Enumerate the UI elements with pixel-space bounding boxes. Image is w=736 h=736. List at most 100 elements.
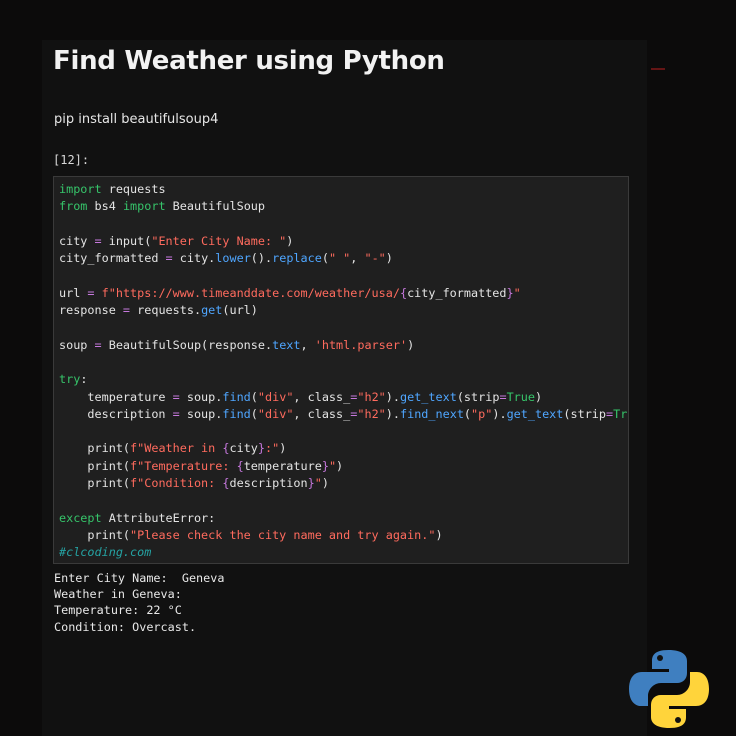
code-token: get_text [400,389,457,404]
code-token: ) [336,458,344,473]
code-token: = [122,303,131,318]
code-line: #clcoding.com [59,544,628,561]
code-token: from [59,199,88,214]
code-token: ( [321,251,329,266]
code-line: print("Please check the city name and tr… [59,527,628,544]
code-token: True [613,406,628,421]
code-token: description [229,476,308,491]
code-token: AttributeError: [101,510,216,525]
code-token: (). [250,251,273,266]
code-token: = [172,389,180,404]
code-token: print( [59,476,131,491]
code-token: requests. [130,303,202,318]
code-token: , [350,251,365,266]
code-line: except AttributeError: [59,510,628,527]
code-token: "Enter City Name: " [151,233,287,248]
code-token: ) [407,337,415,352]
cell-prompt: [12]: [53,153,90,167]
code-token: find [222,389,251,404]
code-token: " [328,458,337,473]
output-line: Condition: Overcast. [54,619,197,634]
code-token: (url) [222,303,258,318]
code-token: = [165,251,173,266]
page-title: Find Weather using Python [53,46,445,76]
decorative-mark [651,68,665,70]
code-line: print(f"Condition: {description}") [59,475,628,492]
code-token: description [59,406,173,421]
code-token: print( [59,458,131,473]
code-token: soup. [179,406,223,421]
code-token: = [172,406,180,421]
code-token: get [201,303,223,318]
code-token: get_text [506,406,564,421]
code-token: ). [385,389,400,404]
code-token: response [59,303,123,318]
output-line: Temperature: 22 °C [54,603,182,618]
code-token: } [506,285,514,300]
code-line: response = requests.get(url) [59,302,628,319]
code-token: city_formatted [407,285,507,300]
code-token: ) [534,389,543,404]
code-token: } [321,458,329,473]
code-line: import requests [59,181,628,198]
code-token: = [94,233,102,248]
code-token: (strip [563,406,607,421]
code-token: } [257,441,266,456]
code-token: f"Weather in [130,441,223,456]
code-line: city_formatted = city.lower().replace(" … [59,250,628,267]
install-command-text: pip install beautifulsoup4 [54,112,219,127]
code-token: " [314,476,322,491]
code-token: "Please check the city name and try agai… [130,527,436,542]
code-token: input( [101,233,152,248]
cell-output: Enter City Name: Geneva Weather in Geneva… [54,570,224,635]
code-cell[interactable]: import requests from bs4 import Beautiful… [53,176,629,564]
code-token: (strip [456,389,500,404]
code-line: from bs4 import BeautifulSoup [59,198,628,215]
code-line: description = soup.find("div", class_="h… [59,406,628,423]
code-token: ) [321,476,329,491]
code-token: { [399,285,408,300]
code-token: :" [265,441,280,456]
code-line: temperature = soup.find("div", class_ = "h… [59,389,628,406]
code-token: BeautifulSoup [165,199,265,214]
code-token: } [307,476,315,491]
code-line: try: [59,371,628,388]
code-token: = [94,337,102,352]
code-token: ( [463,406,472,421]
code-token: "-" [364,251,386,266]
code-token: ). [385,406,400,421]
code-token: ) [279,441,287,456]
code-token: except [59,510,102,525]
code-token: temperature [243,458,322,473]
code-token: BeautifulSoup(response. [101,337,273,352]
code-token: = [499,389,507,404]
code-line: url = f"https://www.timeanddate.com/weat… [59,285,628,302]
code-token: "h2" [357,406,386,421]
code-token: find [222,406,251,421]
code-token: f"Temperature: [130,458,237,473]
code-token: #clcoding.com [59,545,152,560]
code-token: , class_ [293,406,351,421]
output-line: Enter City Name: Geneva [54,571,225,585]
code-token: f"https://www.timeanddate.com/weather/us… [101,285,400,300]
code-token: lower [215,251,251,266]
code-token: city_formatted [59,251,166,266]
code-token: soup. [179,389,223,404]
code-token: "div" [257,406,294,421]
code-token: soup [59,337,95,352]
code-token: ) [435,527,443,542]
code-token: requests [101,182,166,196]
code-token: city [229,441,258,456]
code-token: url [59,285,88,300]
code-token: city [59,233,95,248]
code-token: ) [286,233,294,248]
code-token: find_next [400,406,464,421]
code-token: { [236,458,244,473]
